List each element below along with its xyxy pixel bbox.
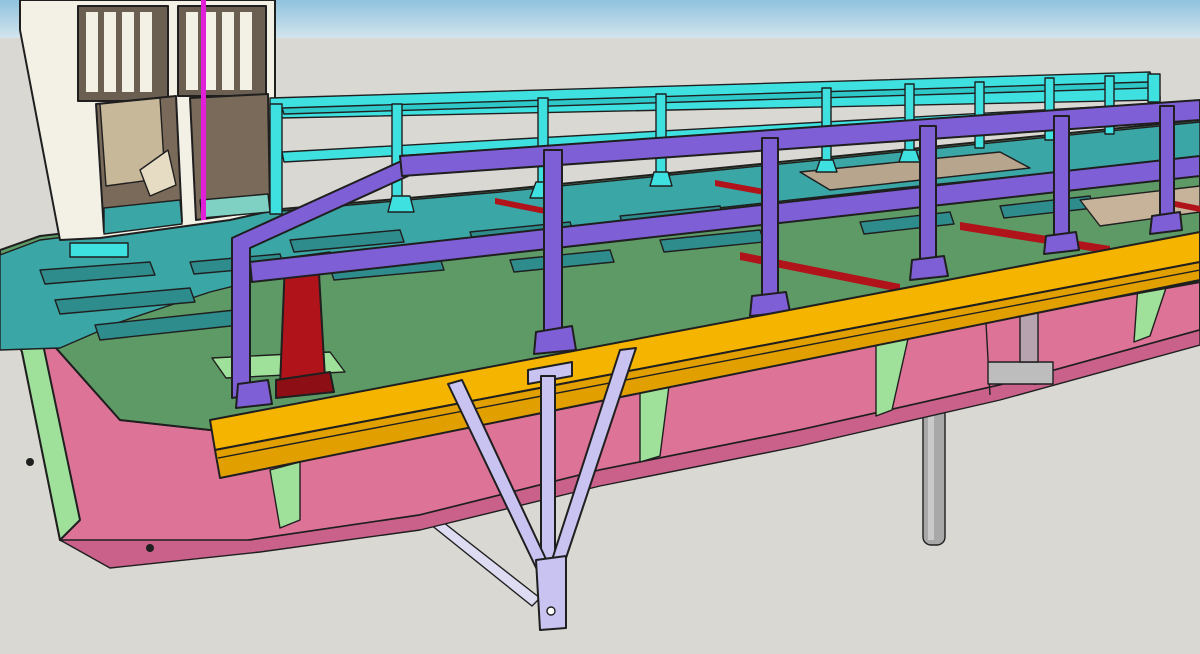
deck-fitting <box>69 242 129 258</box>
hull-porthole <box>146 544 154 552</box>
hull-porthole <box>26 458 34 466</box>
ship-deck-3d-render <box>0 0 1200 654</box>
pole-clamp <box>987 361 1054 385</box>
mast-pole <box>201 0 206 220</box>
cabin <box>19 0 276 241</box>
bracket-pin-hole <box>546 606 556 616</box>
